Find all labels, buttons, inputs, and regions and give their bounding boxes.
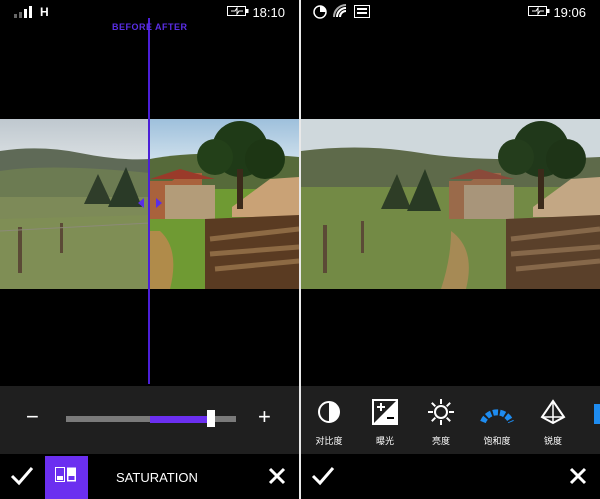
tool-exposure[interactable]: 曝光 — [357, 396, 413, 447]
tool-saturation[interactable]: 饱和度 — [469, 396, 525, 447]
message-icon — [354, 5, 370, 18]
slider-track-right[interactable] — [214, 416, 236, 422]
photo-preview — [301, 119, 600, 289]
after-label: AFTER — [155, 22, 188, 32]
tool-brightness[interactable]: 亮度 — [413, 396, 469, 447]
close-icon[interactable] — [569, 467, 587, 485]
before-after-icon — [55, 467, 76, 482]
tool-label: 锐度 — [543, 436, 562, 446]
decrease-button[interactable]: − — [26, 404, 39, 430]
data-sense-icon — [313, 5, 327, 19]
tool-label: 亮度 — [431, 436, 450, 446]
clock: 18:10 — [252, 5, 285, 20]
battery-icon — [528, 6, 550, 16]
exposure-icon — [372, 399, 398, 425]
wifi-icon — [333, 4, 347, 18]
close-icon[interactable] — [268, 467, 286, 485]
before-label: BEFORE — [112, 22, 153, 32]
checkmark-icon[interactable] — [311, 466, 335, 486]
clock: 19:06 — [553, 5, 586, 20]
tool-contrast[interactable]: 对比度 — [301, 396, 357, 447]
left-phone-screen: H 18:10 BEFORE AFTER − + SATURATION — [0, 0, 299, 499]
before-after-button[interactable] — [45, 456, 88, 499]
right-phone-screen: 19:06 对比度 曝光 亮度 饱和度 锐度 — [301, 0, 600, 499]
tool-label: 饱和度 — [483, 436, 511, 446]
battery-icon — [227, 6, 249, 16]
adjustment-title: SATURATION — [116, 470, 198, 485]
tool-label: 对比度 — [315, 436, 343, 446]
bottom-app-bar — [301, 454, 600, 499]
checkmark-icon[interactable] — [10, 466, 34, 486]
brightness-icon — [428, 399, 454, 425]
signal-icon — [14, 6, 32, 18]
slider-thumb[interactable] — [207, 410, 215, 427]
tool-sharpness[interactable]: 锐度 — [525, 396, 581, 447]
sharpness-icon — [540, 399, 566, 425]
slider-track-left[interactable] — [66, 416, 150, 422]
increase-button[interactable]: + — [258, 404, 271, 430]
tool-overflow-partial[interactable] — [594, 404, 600, 424]
slider-track-fill[interactable] — [150, 416, 208, 423]
compare-handle-icon[interactable] — [138, 197, 162, 209]
network-type: H — [40, 5, 49, 19]
tool-label: 曝光 — [375, 436, 394, 446]
status-bar: 19:06 — [301, 0, 600, 24]
contrast-icon — [318, 401, 340, 423]
saturation-icon — [480, 409, 514, 424]
